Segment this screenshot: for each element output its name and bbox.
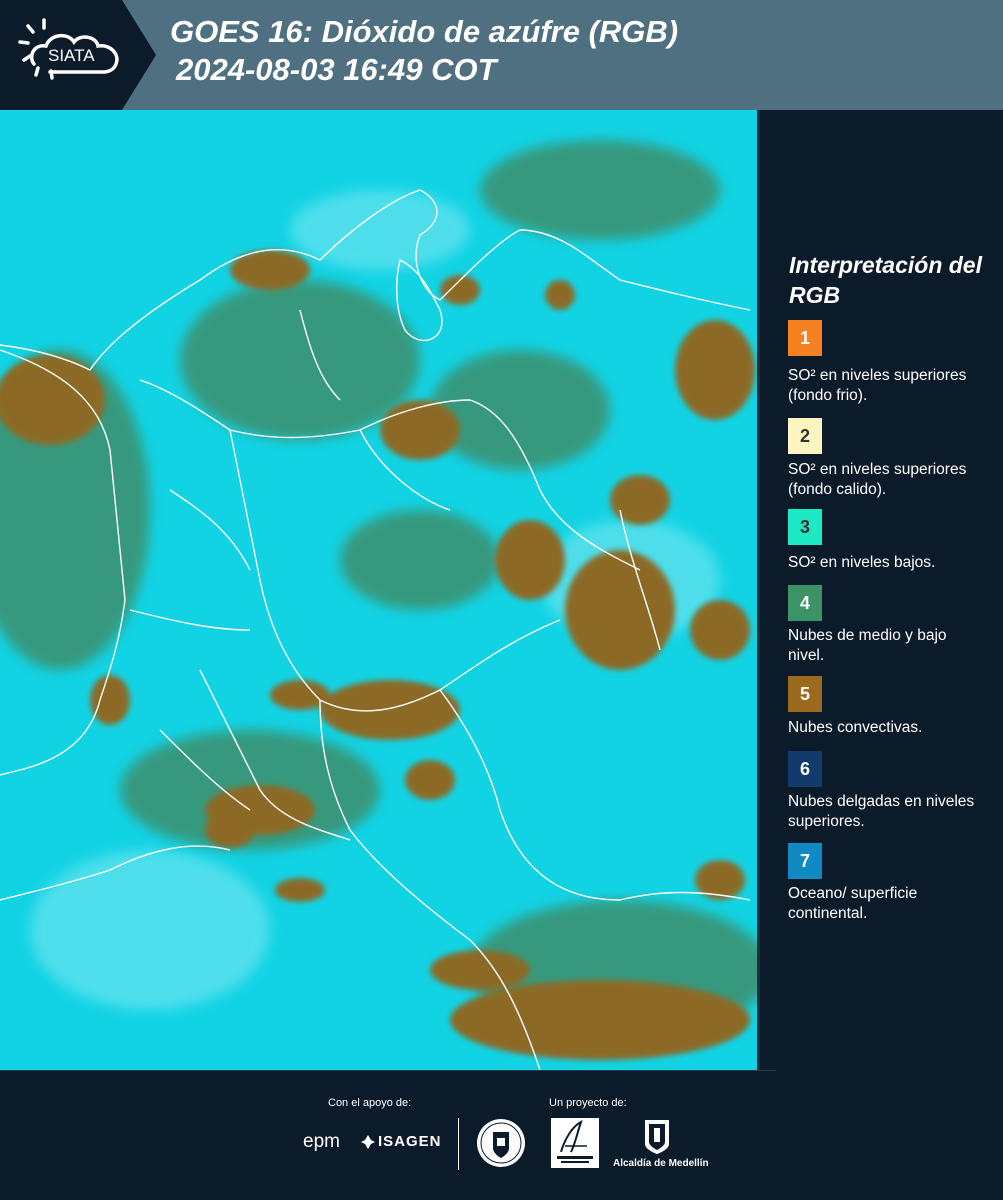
alcaldia-logo: Alcaldía de Medellín (613, 1118, 709, 1169)
legend-swatch-7: 7 (788, 843, 822, 879)
alcaldia-shield-icon (645, 1120, 669, 1154)
legend-swatch-3: 3 (788, 509, 822, 545)
header: SIATA GOES 16: Dióxido de azúfre (RGB) 2… (0, 0, 1003, 110)
alcaldia-label: Alcaldía de Medellín (613, 1158, 709, 1169)
footer-divider (458, 1118, 459, 1170)
legend-label-6: Nubes delgadas en niveles superiores. (788, 793, 975, 830)
project-label: Un proyecto de: (549, 1097, 627, 1109)
support-label: Con el apoyo de: (328, 1097, 412, 1109)
legend-swatch-1: 1 (788, 320, 822, 356)
legend-label-7: Oceano/ superficie continental. (788, 885, 918, 922)
legend-label-5: Nubes convectivas. (788, 719, 923, 736)
area-metropolitana-logo (551, 1118, 599, 1168)
epm-logo: epm (303, 1131, 340, 1152)
page-title: GOES 16: Dióxido de azúfre (RGB) (170, 14, 679, 49)
legend-swatch-2: 2 (788, 418, 822, 454)
legend-swatch-6: 6 (788, 751, 822, 787)
siata-logo-text: SIATA (48, 46, 95, 65)
isagen-icon (361, 1135, 375, 1149)
medellin-seal-icon (477, 1119, 525, 1167)
legend-label-3: SO² en niveles bajos. (788, 554, 936, 571)
footer-divider-line (0, 1070, 776, 1071)
legend-panel: Interpretación del RGB 1 SO² en niveles … (760, 110, 1003, 1070)
legend-swatch-4: 4 (788, 585, 822, 621)
footer: Con el apoyo de: Un proyecto de: epm ISA… (0, 1070, 1003, 1200)
page-timestamp: 2024-08-03 16:49 COT (176, 52, 497, 87)
legend-swatch-5: 5 (788, 676, 822, 712)
legend-title: Interpretación del RGB (789, 252, 982, 308)
legend-label-2: SO² en niveles superiores (fondo calido)… (788, 461, 967, 498)
satellite-map (0, 110, 760, 1070)
legend-label-1: SO² en niveles superiores (fondo frio). (788, 367, 967, 404)
isagen-logo: ISAGEN (378, 1133, 442, 1150)
legend-label-4: Nubes de medio y bajo nivel. (788, 627, 947, 664)
siata-logo: SIATA (0, 0, 160, 110)
